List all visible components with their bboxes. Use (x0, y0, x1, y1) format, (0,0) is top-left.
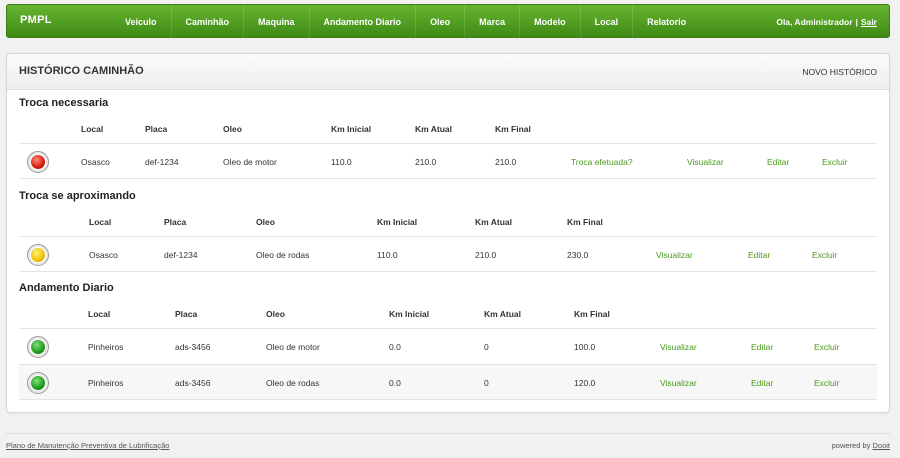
cell-local: Osasco (89, 250, 118, 260)
nav-item-veiculo[interactable]: Veiculo (111, 5, 171, 39)
footer-powered-by: powered by Dooit (832, 441, 890, 450)
cell-km-final: 210.0 (495, 157, 517, 167)
col-oleo: Oleo (266, 309, 285, 319)
logout-link[interactable]: Sair (861, 17, 877, 27)
history-panel: HISTÓRICO CAMINHÃO NOVO HISTÓRICO Troca … (6, 53, 890, 413)
excluir-link[interactable]: Excluir (812, 237, 838, 273)
col-placa: Placa (145, 124, 168, 134)
table-row: Osasco def-1234 Oleo de rodas 110.0 210.… (19, 236, 877, 272)
user-greeting: Ola, Administrador (776, 17, 853, 27)
col-km-inicial: Km Inicial (331, 124, 372, 134)
cell-km-inicial: 110.0 (377, 250, 398, 260)
col-km-final: Km Final (495, 124, 531, 134)
nav-item-caminhao[interactable]: Caminhão (170, 5, 244, 39)
col-km-final: Km Final (574, 309, 610, 319)
cell-local: Pinheiros (88, 378, 124, 388)
cell-placa: ads-3456 (175, 342, 211, 352)
cell-km-final: 100.0 (574, 342, 596, 352)
cell-km-atual: 0 (484, 342, 489, 352)
excluir-link[interactable]: Excluir (814, 365, 840, 401)
nav-item-local[interactable]: Local (579, 5, 633, 39)
cell-km-inicial: 110.0 (331, 157, 352, 167)
panel-header: HISTÓRICO CAMINHÃO NOVO HISTÓRICO (7, 54, 889, 90)
cell-oleo: Oleo de rodas (266, 378, 320, 388)
nav-menu: Veiculo Caminhão Maquina Andamento Diari… (111, 5, 700, 39)
cell-oleo: Oleo de motor (266, 342, 320, 352)
col-local: Local (81, 124, 104, 134)
visualizar-link[interactable]: Visualizar (660, 329, 697, 365)
top-navbar: PMPL Veiculo Caminhão Maquina Andamento … (6, 4, 890, 39)
visualizar-link[interactable]: Visualizar (660, 365, 697, 401)
editar-link[interactable]: Editar (767, 144, 789, 180)
cell-km-final: 230.0 (567, 250, 589, 260)
table-troca-se-aproximando: Local Placa Oleo Km Inicial Km Atual Km … (19, 208, 877, 272)
dooit-link[interactable]: Dooit (872, 441, 890, 450)
editar-link[interactable]: Editar (751, 329, 773, 365)
user-info: Ola, Administrador | Sair (776, 5, 877, 39)
editar-link[interactable]: Editar (751, 365, 773, 401)
col-km-atual: Km Atual (475, 217, 512, 227)
nav-item-andamento-diario[interactable]: Andamento Diario (308, 5, 416, 39)
excluir-link[interactable]: Excluir (822, 144, 848, 180)
col-oleo: Oleo (256, 217, 275, 227)
table-header: Local Placa Oleo Km Inicial Km Atual Km … (19, 300, 877, 328)
footer-app-name-link[interactable]: Plano de Manutenção Preventiva de Lubrif… (6, 441, 169, 450)
col-local: Local (88, 309, 111, 319)
status-green-icon (27, 372, 49, 394)
cell-placa: def-1234 (145, 157, 179, 167)
brand-logo[interactable]: PMPL (20, 14, 52, 26)
powered-by-text: powered by (831, 441, 871, 450)
table-andamento-diario: Local Placa Oleo Km Inicial Km Atual Km … (19, 300, 877, 400)
cell-km-final: 120.0 (574, 378, 596, 388)
nav-item-marca[interactable]: Marca (464, 5, 519, 39)
cell-oleo: Oleo de rodas (256, 250, 310, 260)
table-row: Pinheiros ads-3456 Oleo de rodas 0.0 0 1… (19, 364, 877, 400)
table-row: Pinheiros ads-3456 Oleo de motor 0.0 0 1… (19, 328, 877, 364)
nav-item-oleo[interactable]: Oleo (415, 5, 464, 39)
cell-km-atual: 210.0 (475, 250, 497, 260)
cell-km-atual: 0 (484, 378, 489, 388)
table-row: Osasco def-1234 Oleo de motor 110.0 210.… (19, 143, 877, 179)
table-troca-necessaria: Local Placa Oleo Km Inicial Km Atual Km … (19, 115, 877, 179)
col-km-atual: Km Atual (484, 309, 521, 319)
cell-oleo: Oleo de motor (223, 157, 277, 167)
visualizar-link[interactable]: Visualizar (656, 237, 693, 273)
visualizar-link[interactable]: Visualizar (687, 144, 724, 180)
section-title-andamento-diario: Andamento Diario (19, 282, 114, 294)
status-red-icon (27, 151, 49, 173)
footer-divider (6, 433, 890, 434)
table-header: Local Placa Oleo Km Inicial Km Atual Km … (19, 115, 877, 143)
excluir-link[interactable]: Excluir (814, 329, 840, 365)
cell-km-atual: 210.0 (415, 157, 437, 167)
nav-item-modelo[interactable]: Modelo (519, 5, 580, 39)
troca-efetuada-link[interactable]: Troca efetuada? (571, 144, 633, 180)
status-green-icon (27, 336, 49, 358)
col-placa: Placa (175, 309, 198, 319)
cell-km-inicial: 0.0 (389, 342, 401, 352)
nav-item-relatorio[interactable]: Relatorio (632, 5, 700, 39)
col-km-inicial: Km Inicial (377, 217, 418, 227)
table-header: Local Placa Oleo Km Inicial Km Atual Km … (19, 208, 877, 236)
cell-km-inicial: 0.0 (389, 378, 401, 388)
cell-local: Osasco (81, 157, 110, 167)
col-km-final: Km Final (567, 217, 603, 227)
user-separator: | (855, 17, 858, 27)
cell-placa: ads-3456 (175, 378, 211, 388)
page-title: HISTÓRICO CAMINHÃO (19, 65, 144, 77)
new-history-button[interactable]: NOVO HISTÓRICO (802, 67, 877, 77)
section-title-troca-se-aproximando: Troca se aproximando (19, 190, 136, 202)
cell-local: Pinheiros (88, 342, 124, 352)
nav-item-maquina[interactable]: Maquina (243, 5, 309, 39)
col-oleo: Oleo (223, 124, 242, 134)
cell-placa: def-1234 (164, 250, 198, 260)
status-yellow-icon (27, 244, 49, 266)
col-placa: Placa (164, 217, 187, 227)
editar-link[interactable]: Editar (748, 237, 770, 273)
col-local: Local (89, 217, 112, 227)
col-km-atual: Km Atual (415, 124, 452, 134)
col-km-inicial: Km Inicial (389, 309, 430, 319)
section-title-troca-necessaria: Troca necessaria (19, 97, 109, 109)
